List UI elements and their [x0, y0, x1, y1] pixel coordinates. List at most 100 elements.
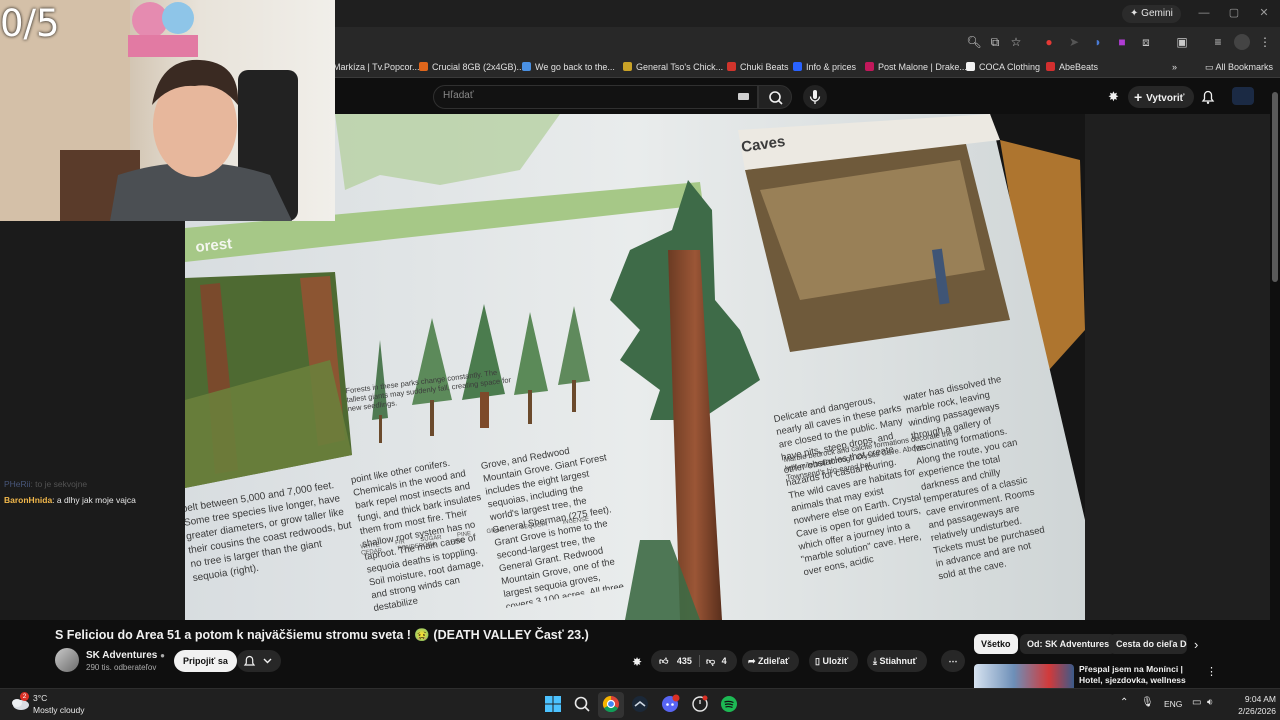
- subscriber-count: 290 tis. odberateľov: [86, 663, 157, 672]
- stream-chat: [0, 221, 185, 620]
- favicon-icon: [1046, 62, 1055, 71]
- weather-badge: 2: [20, 692, 29, 701]
- share-icon: ➦: [748, 656, 759, 666]
- spotify-icon[interactable]: [719, 694, 739, 714]
- discord-icon[interactable]: [660, 694, 680, 714]
- bookmark-item[interactable]: Markíza | Tv.Popcor...: [333, 60, 420, 74]
- favicon-icon: [966, 62, 975, 71]
- channel-avatar[interactable]: [55, 648, 79, 672]
- ai-sparkle-icon[interactable]: ✸: [632, 655, 646, 669]
- bookmark-item[interactable]: Chuki Beats: [727, 60, 789, 74]
- channel-name[interactable]: SK Adventures ●: [86, 650, 165, 661]
- microphone-icon: [809, 90, 821, 104]
- dislike-button[interactable]: 👎︎ 4: [706, 650, 727, 672]
- save-button[interactable]: ▯ Uložiť: [809, 650, 859, 672]
- chevron-right-icon[interactable]: ›: [1194, 637, 1198, 652]
- favicon-icon: [419, 62, 428, 71]
- tray-chevron-up-icon[interactable]: ⌃: [1120, 697, 1128, 708]
- more-actions-button[interactable]: ⋯: [941, 650, 965, 672]
- search-input[interactable]: [433, 85, 758, 109]
- article-column-c: Grove, and Redwood Mountain Grove. Giant…: [480, 445, 625, 608]
- thumbs-down-icon: 👎︎: [706, 656, 716, 666]
- share-button[interactable]: ➦ Zdieľať: [742, 650, 800, 672]
- bookmarks-overflow-icon[interactable]: »: [1172, 60, 1177, 74]
- clock-app-icon[interactable]: [690, 694, 710, 714]
- bookmark-item[interactable]: General Tso's Chick...: [623, 60, 723, 74]
- channel-avatar[interactable]: [1232, 87, 1254, 105]
- bookmark-item[interactable]: Post Malone | Drake...: [865, 60, 967, 74]
- scrollbar-thumb[interactable]: [1272, 92, 1278, 282]
- favicon-icon: [522, 62, 531, 71]
- favicon-icon: [727, 62, 736, 71]
- extension-purple-icon[interactable]: ■: [1114, 34, 1130, 50]
- all-bookmarks-button[interactable]: ▭ All Bookmarks: [1205, 60, 1273, 74]
- weather-icon[interactable]: 2: [10, 692, 30, 712]
- profile-avatar-icon[interactable]: [1234, 34, 1250, 50]
- bookmark-star-icon[interactable]: ☆: [1008, 34, 1024, 50]
- verified-icon: ●: [160, 651, 165, 660]
- gemini-button[interactable]: ✦ Gemini: [1122, 5, 1181, 23]
- sparkle-icon: ✦: [1130, 8, 1142, 19]
- video-title: S Feliciou do Area 51 a potom k najväčši…: [55, 628, 589, 642]
- folder-icon: ▭: [1205, 62, 1216, 72]
- volume-icon[interactable]: 🔉︎: [1207, 697, 1213, 708]
- chip-related[interactable]: Cesta do cieľa Do: [1109, 634, 1187, 654]
- weather-temperature: 3°C: [33, 693, 48, 703]
- network-icon[interactable]: ▭: [1192, 697, 1201, 708]
- like-dislike-group: 👍︎ 435 👎︎ 4: [651, 650, 737, 672]
- recommended-title[interactable]: Přespal jsem na Monínci | Hotel, sjezdov…: [1079, 664, 1204, 686]
- reading-list-icon[interactable]: ≡: [1210, 34, 1226, 50]
- steam-icon[interactable]: [630, 694, 650, 714]
- cast-icon[interactable]: ⧉: [987, 34, 1003, 50]
- search-icon: [769, 91, 783, 105]
- favicon-icon: [623, 62, 632, 71]
- search-button[interactable]: [758, 85, 792, 109]
- close-window-button[interactable]: ✕: [1254, 4, 1274, 22]
- taskbar-search-icon[interactable]: [572, 694, 592, 714]
- favicon-icon: [793, 62, 802, 71]
- favicon-icon: [865, 62, 874, 71]
- chat-message: PHeRii: to je sekvojne: [4, 479, 88, 489]
- voice-search-button[interactable]: [803, 85, 827, 109]
- subscription-bell-button[interactable]: [237, 650, 281, 672]
- taskbar-clock[interactable]: 9:04 AM 2/26/2026: [1226, 693, 1276, 717]
- challenge-counter: 0/5: [0, 2, 60, 45]
- microphone-tray-icon[interactable]: 🎙︎: [1141, 697, 1154, 708]
- sidebar-icon[interactable]: ▣: [1174, 34, 1190, 50]
- bookmark-item[interactable]: COCA Clothing: [966, 60, 1040, 74]
- clock-date: 2/26/2026: [1238, 706, 1276, 716]
- extension-sound-icon[interactable]: ◗: [1090, 34, 1106, 50]
- keyboard-icon[interactable]: [738, 93, 749, 100]
- extensions-puzzle-icon[interactable]: ⧈: [1138, 34, 1154, 50]
- bookmark-item[interactable]: Crucial 8GB (2x4GB)...: [419, 60, 524, 74]
- input-language[interactable]: ENG: [1164, 699, 1182, 709]
- maximize-button[interactable]: ▢: [1224, 4, 1244, 22]
- plus-icon: +: [1134, 89, 1147, 105]
- extension-red-icon[interactable]: ●: [1041, 34, 1057, 50]
- chrome-icon[interactable]: [601, 694, 621, 714]
- chip-channel[interactable]: Od: SK Adventures: [1020, 634, 1117, 654]
- search-placeholder: Hľadať: [443, 90, 474, 101]
- chip-all[interactable]: Všetko: [974, 634, 1018, 654]
- recommended-menu-icon[interactable]: ⋮: [1206, 665, 1217, 678]
- join-button[interactable]: Pripojiť sa: [174, 650, 237, 672]
- windows-start-icon[interactable]: [543, 694, 563, 714]
- minimize-button[interactable]: —: [1194, 4, 1214, 22]
- thumbs-up-icon: 👍︎: [659, 656, 669, 666]
- ai-sparkle-icon[interactable]: ✸: [1108, 89, 1124, 105]
- zoom-icon[interactable]: 🔍︎: [966, 34, 982, 50]
- webcam-overlay: 0/5: [0, 0, 335, 221]
- like-button[interactable]: 👍︎ 435: [659, 650, 692, 672]
- download-button[interactable]: ⤓ Stiahnuť: [867, 650, 927, 672]
- create-button[interactable]: + Vytvoriť: [1128, 86, 1195, 108]
- gemini-label: Gemini: [1141, 8, 1173, 19]
- bookmark-item[interactable]: Info & prices: [793, 60, 856, 74]
- recommended-thumbnail[interactable]: [974, 664, 1074, 688]
- menu-kebab-icon[interactable]: ⋮: [1257, 34, 1273, 50]
- notifications-bell-icon[interactable]: [1200, 89, 1216, 105]
- extension-arrow-icon[interactable]: ➤: [1066, 34, 1082, 50]
- bookmark-item[interactable]: We go back to the...: [522, 60, 615, 74]
- clock-time: 9:04 AM: [1244, 694, 1276, 704]
- chat-message: BaronHnida: a dlhy jak moje vajca: [4, 495, 136, 505]
- bookmark-item[interactable]: AbeBeats: [1046, 60, 1098, 74]
